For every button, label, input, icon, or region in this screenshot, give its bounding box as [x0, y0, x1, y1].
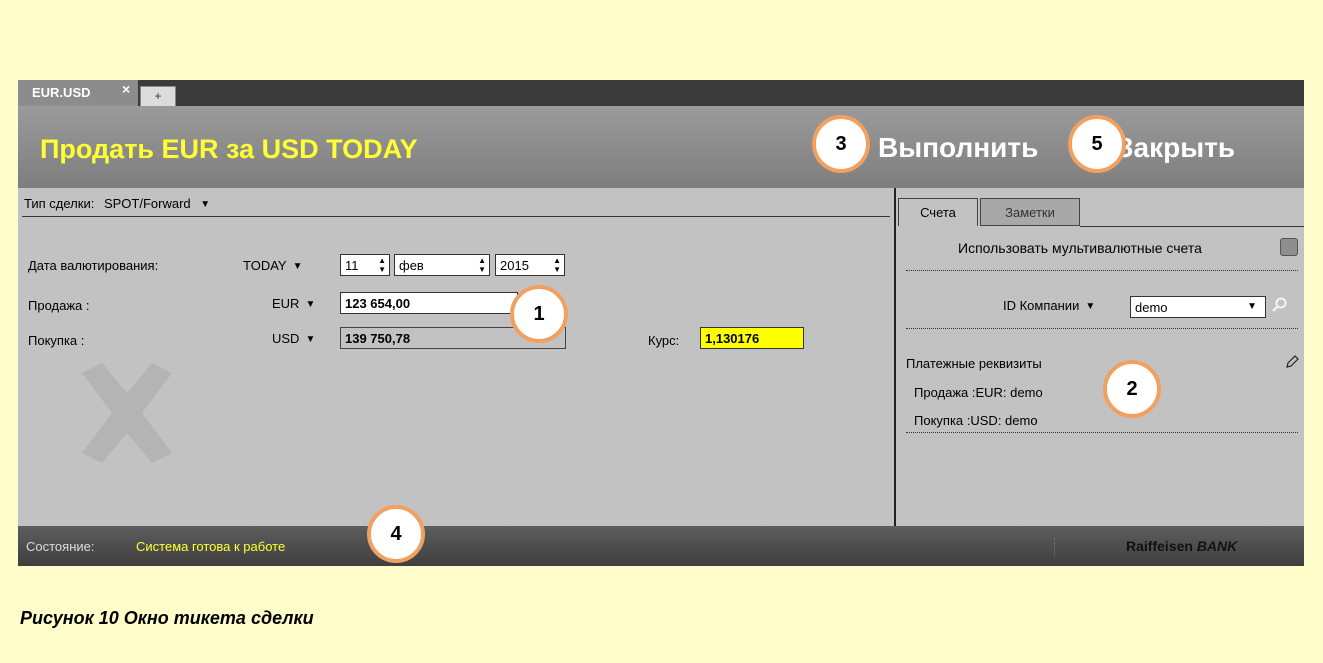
callout-badge-3: 3: [812, 115, 870, 173]
divider: [1080, 226, 1304, 227]
day-value: 11: [345, 258, 359, 273]
tab-bar: EUR.USD × +: [18, 80, 1304, 106]
chevron-down-icon[interactable]: ▼: [1085, 301, 1095, 312]
chevron-down-icon[interactable]: ▼: [305, 299, 315, 310]
company-id-dropdown[interactable]: demo ▼: [1130, 296, 1266, 318]
ticket-body: Тип сделки: SPOT/Forward ▼ Дата валютиро…: [18, 188, 1304, 526]
divider: [906, 328, 1298, 329]
multi-currency-checkbox[interactable]: [1280, 238, 1298, 256]
buy-currency: USD: [272, 331, 300, 346]
brand-logo: Raiffeisen BANK: [1126, 538, 1237, 554]
value-date-mode-select[interactable]: TODAY ▼: [243, 258, 303, 273]
tab-label: EUR.USD: [32, 85, 91, 100]
chevron-down-icon[interactable]: ▼: [293, 261, 303, 272]
value-date-mode: TODAY: [243, 258, 287, 273]
callout-badge-5: 5: [1068, 115, 1126, 173]
chevron-down-icon[interactable]: ▼: [1247, 301, 1257, 312]
sell-label: Продажа :: [28, 298, 90, 313]
buy-currency-select[interactable]: USD ▼: [272, 331, 315, 346]
payment-details-label: Платежные реквизиты: [906, 356, 1042, 371]
deal-type-selector[interactable]: Тип сделки: SPOT/Forward ▼: [24, 196, 210, 211]
sell-amount-input[interactable]: 123 654,00: [340, 292, 518, 314]
pane-divider: [894, 188, 896, 526]
rate-value: 1,130176: [700, 327, 804, 349]
divider: [906, 432, 1298, 433]
search-icon[interactable]: [1270, 296, 1288, 314]
company-id-value: demo: [1135, 300, 1168, 315]
status-bar: Состояние: Система готова к работе Raiff…: [18, 526, 1304, 566]
month-value: фев: [399, 258, 424, 273]
day-spinner[interactable]: 11 ▲ ▼: [340, 254, 390, 276]
execute-button[interactable]: Выполнить: [878, 132, 1038, 164]
spinner-arrows-icon[interactable]: ▲ ▼: [378, 256, 386, 274]
status-label: Состояние:: [26, 539, 95, 554]
sell-currency: EUR: [272, 296, 300, 311]
sell-currency-select[interactable]: EUR ▼: [272, 296, 315, 311]
close-button[interactable]: Закрыть: [1116, 132, 1235, 164]
deal-type-value: SPOT/Forward: [103, 196, 191, 211]
buy-label: Покупка :: [28, 333, 85, 348]
tab-accounts[interactable]: Счета: [898, 198, 978, 226]
payment-buy-account: Покупка :USD: demo: [914, 413, 1038, 428]
add-tab-button[interactable]: +: [140, 86, 176, 106]
chevron-down-icon[interactable]: ▼: [200, 199, 210, 210]
page-title: Продать EUR за USD TODAY: [40, 134, 418, 164]
spinner-arrows-icon[interactable]: ▲ ▼: [553, 256, 561, 274]
spinner-arrows-icon[interactable]: ▲ ▼: [478, 256, 486, 274]
callout-badge-2: 2: [1103, 360, 1161, 418]
status-text: Система готова к работе: [136, 539, 286, 554]
chevron-down-icon[interactable]: ▼: [305, 334, 315, 345]
pencil-icon[interactable]: [1284, 354, 1300, 370]
tab-eur-usd[interactable]: EUR.USD ×: [18, 80, 138, 106]
deal-type-label: Тип сделки:: [24, 196, 95, 211]
brand-bank: BANK: [1196, 538, 1238, 554]
value-date-label: Дата валютирования:: [28, 258, 159, 273]
company-id-label: ID Компании: [1003, 298, 1080, 313]
tab-notes[interactable]: Заметки: [980, 198, 1080, 226]
multi-currency-label: Использовать мультивалютные счета: [958, 240, 1202, 256]
year-value: 2015: [500, 258, 529, 273]
rate-label: Курс:: [648, 333, 680, 348]
company-id-select[interactable]: ID Компании ▼: [1003, 298, 1095, 313]
watermark-x-icon: [82, 363, 172, 463]
divider: [1054, 538, 1056, 556]
month-spinner[interactable]: фев ▲ ▼: [394, 254, 490, 276]
figure-caption: Рисунок 10 Окно тикета сделки: [20, 608, 314, 628]
brand-name: Raiffeisen: [1126, 538, 1193, 554]
callout-badge-4: 4: [367, 505, 425, 563]
year-spinner[interactable]: 2015 ▲ ▼: [495, 254, 565, 276]
divider: [22, 216, 890, 217]
close-tab-icon[interactable]: ×: [122, 81, 130, 97]
divider: [906, 270, 1298, 271]
callout-badge-1: 1: [510, 285, 568, 343]
payment-sell-account: Продажа :EUR: demo: [914, 385, 1043, 400]
